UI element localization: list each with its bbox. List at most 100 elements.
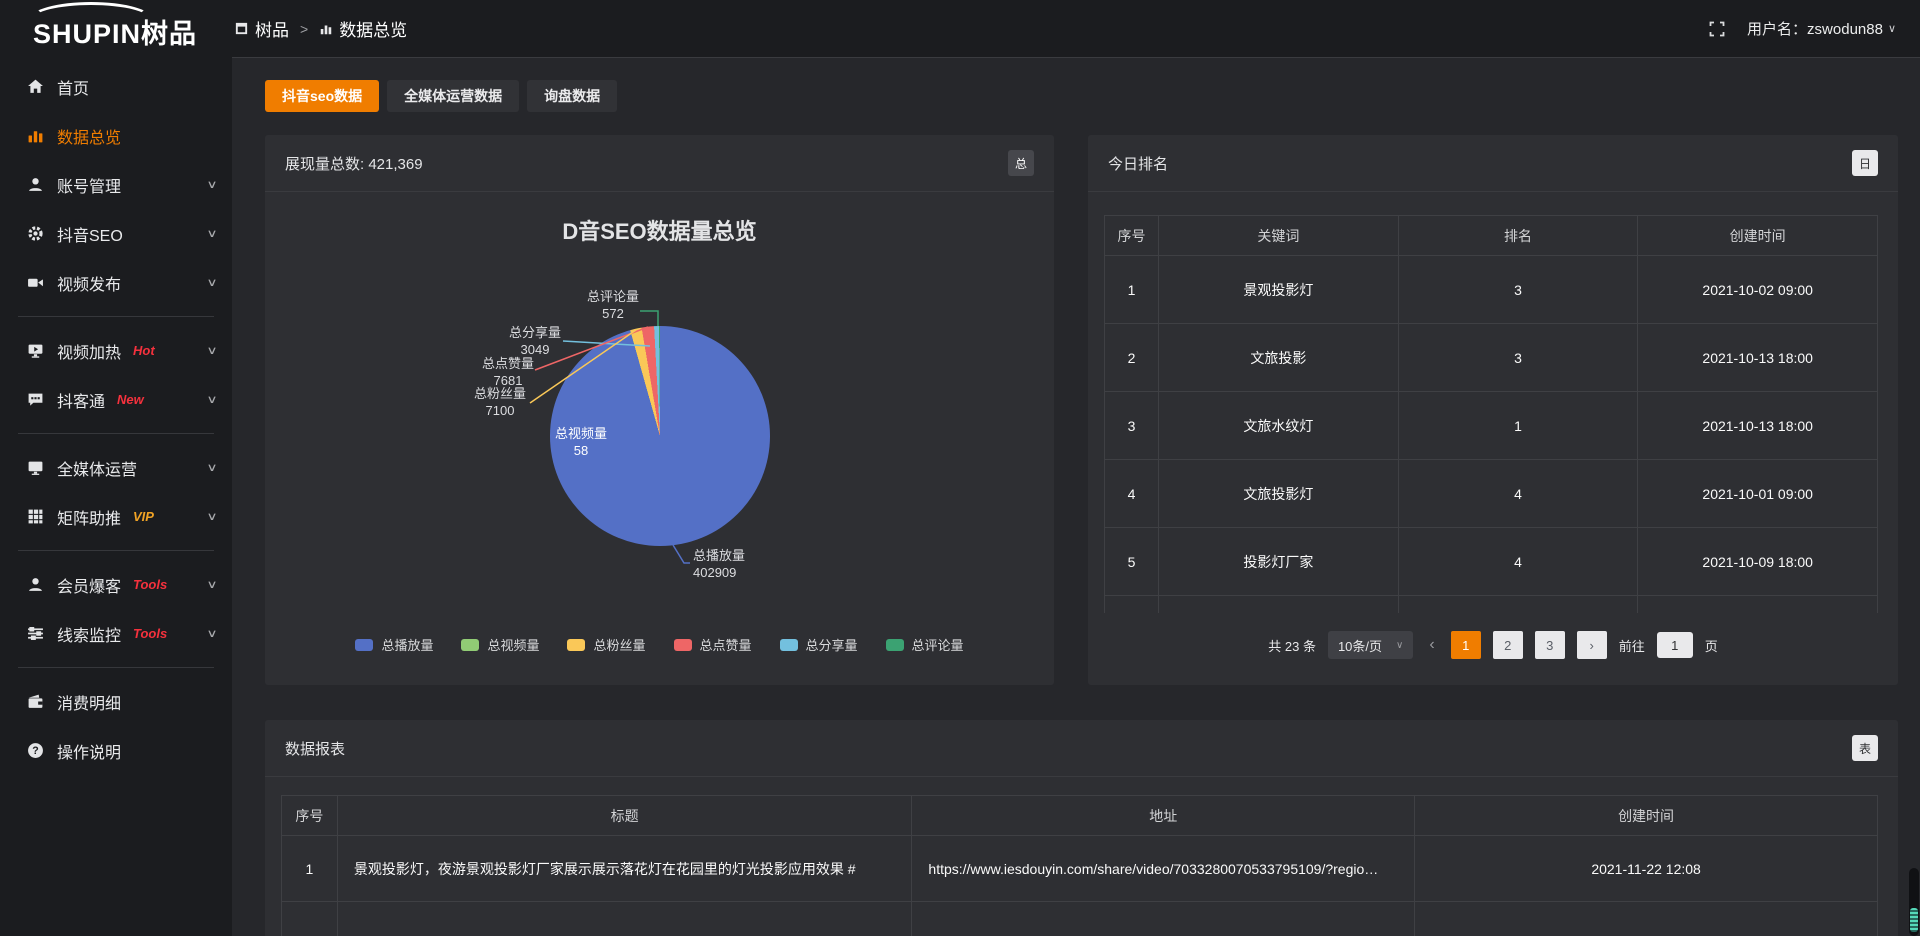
- next-page-button[interactable]: ›: [1577, 631, 1607, 659]
- report-table: 序号 标题 地址 创建时间 1 景观投影灯，夜游景观投影灯厂家展示展示落花灯在花…: [281, 795, 1878, 936]
- pie-label-videos: 总视频量58: [536, 425, 626, 459]
- tab-inquiry-data[interactable]: 询盘数据: [527, 80, 617, 112]
- table-row[interactable]: 1景观投影灯32021-10-02 09:00: [1105, 256, 1878, 324]
- total-view-button[interactable]: 总: [1008, 150, 1034, 176]
- sidebar-divider: [18, 550, 214, 551]
- tools-badge: Tools: [133, 626, 167, 641]
- table-row[interactable]: 1 景观投影灯，夜游景观投影灯厂家展示展示落花灯在花园里的灯光投影应用效果 # …: [282, 836, 1878, 902]
- sidebar-item-help[interactable]: ? 操作说明: [0, 726, 232, 775]
- chevron-down-icon: ∨: [1396, 640, 1403, 651]
- legend-item-videos[interactable]: 总视频量: [461, 635, 539, 654]
- chevron-down-icon: ∨: [206, 276, 217, 289]
- logo-arc-decoration: [30, 2, 152, 36]
- sidebar-divider: [18, 316, 214, 317]
- fullscreen-icon[interactable]: [1709, 21, 1725, 37]
- overview-total-label: 展现量总数: 421,369: [285, 153, 423, 174]
- prev-page-button[interactable]: ‹: [1425, 636, 1438, 654]
- sidebar-item-label: 视频加热: [57, 339, 121, 363]
- sidebar-item-label: 视频发布: [57, 271, 121, 295]
- data-overview-icon: [27, 127, 44, 144]
- window-icon: [234, 21, 249, 36]
- sidebar-item-video-heat[interactable]: 视频加热 Hot ∨: [0, 326, 232, 375]
- home-icon: [27, 78, 44, 95]
- table-view-button[interactable]: 表: [1852, 735, 1878, 761]
- legend-item-fans[interactable]: 总粉丝量: [567, 635, 645, 654]
- sidebar-item-label: 会员爆客: [57, 573, 121, 597]
- legend-item-likes[interactable]: 总点赞量: [674, 635, 752, 654]
- sidebar-item-clue-monitor[interactable]: 线索监控 Tools ∨: [0, 609, 232, 658]
- pie-label-fans: 总粉丝量7100: [455, 385, 545, 419]
- chevron-down-icon: ∨: [206, 178, 217, 191]
- page-scrollbar: [1909, 868, 1919, 936]
- chevron-down-icon: ∨: [206, 578, 217, 591]
- sidebar-divider: [18, 433, 214, 434]
- sidebar-item-douyin-seo[interactable]: 抖音SEO ∨: [0, 209, 232, 258]
- bar-chart-icon: [319, 22, 333, 36]
- goto-page-input[interactable]: [1657, 632, 1693, 658]
- pie-label-likes: 总点赞量7681: [463, 355, 553, 389]
- leader-line-plays: [673, 545, 690, 563]
- grid-icon: [27, 508, 44, 525]
- sidebar-item-doukerton[interactable]: 抖客通 New ∨: [0, 375, 232, 424]
- sliders-icon: [27, 625, 44, 642]
- sidebar-item-label: 数据总览: [57, 124, 121, 148]
- sidebar-item-media-operation[interactable]: 全媒体运营 ∨: [0, 443, 232, 492]
- breadcrumb-root[interactable]: 树品: [234, 16, 289, 41]
- new-badge: New: [117, 392, 144, 407]
- legend-swatch: [674, 639, 692, 651]
- chevron-down-icon: ∨: [206, 510, 217, 523]
- legend-swatch: [355, 639, 373, 651]
- table-row[interactable]: 5投影灯厂家42021-10-09 18:00: [1105, 528, 1878, 596]
- legend-swatch: [461, 639, 479, 651]
- screen-play-icon: [27, 342, 44, 359]
- sidebar-item-label: 线索监控: [57, 622, 121, 646]
- col-title: 标题: [337, 796, 912, 836]
- scrollbar-thumb[interactable]: [1910, 908, 1918, 932]
- page-button-1[interactable]: 1: [1451, 631, 1481, 659]
- sidebar-item-video-publish[interactable]: 视频发布 ∨: [0, 258, 232, 307]
- legend-item-shares[interactable]: 总分享量: [780, 635, 858, 654]
- chevron-down-icon: ∨: [206, 393, 217, 406]
- breadcrumb-separator: >: [300, 21, 308, 37]
- data-tabs: 抖音seo数据 全媒体运营数据 询盘数据: [265, 80, 1898, 112]
- legend-item-plays[interactable]: 总播放量: [355, 635, 433, 654]
- sidebar-item-data-overview[interactable]: 数据总览: [0, 111, 232, 160]
- table-row[interactable]: 2文旅投影32021-10-13 18:00: [1105, 324, 1878, 392]
- col-created: 创建时间: [1638, 216, 1878, 256]
- app-logo[interactable]: SHUPIN树品: [0, 0, 232, 57]
- report-panel: 数据报表 表 序号 标题 地址 创建时间 1 景观投影灯，夜游景观投影灯: [265, 720, 1898, 936]
- sidebar-item-matrix-boost[interactable]: 矩阵助推 VIP ∨: [0, 492, 232, 541]
- video-url-link[interactable]: https://www.iesdouyin.com/share/video/70…: [912, 836, 1415, 902]
- legend-item-comments[interactable]: 总评论量: [886, 635, 964, 654]
- goto-label: 前往: [1619, 636, 1645, 655]
- table-row[interactable]: 4文旅投影灯42021-10-01 09:00: [1105, 460, 1878, 528]
- day-view-button[interactable]: 日: [1852, 150, 1878, 176]
- breadcrumb-current[interactable]: 数据总览: [319, 16, 407, 41]
- video-title: 景观投影灯，夜游景观投影灯厂家展示展示落花灯在花园里的灯光投影应用效果 #: [337, 836, 912, 902]
- page-size-select[interactable]: 10条/页 ∨: [1328, 631, 1413, 659]
- sidebar-item-consumption[interactable]: 消费明细: [0, 677, 232, 726]
- vip-badge: VIP: [133, 509, 154, 524]
- question-circle-icon: ?: [27, 742, 44, 759]
- col-created: 创建时间: [1415, 796, 1878, 836]
- sidebar-item-member-burst[interactable]: 会员爆客 Tools ∨: [0, 560, 232, 609]
- table-header-row: 序号 关键词 排名 创建时间: [1105, 216, 1878, 256]
- sidebar-item-label: 抖客通: [57, 388, 105, 412]
- table-row[interactable]: 3文旅水纹灯12021-10-13 18:00: [1105, 392, 1878, 460]
- legend-swatch: [780, 639, 798, 651]
- pie-label-plays: 总播放量402909: [693, 547, 783, 581]
- sidebar-item-label: 全媒体运营: [57, 456, 137, 480]
- page-button-3[interactable]: 3: [1535, 631, 1565, 659]
- sidebar-item-account[interactable]: 账号管理 ∨: [0, 160, 232, 209]
- page-button-2[interactable]: 2: [1493, 631, 1523, 659]
- gear-icon: [27, 225, 44, 242]
- col-keyword: 关键词: [1159, 216, 1399, 256]
- pie-chart: D音SEO数据量总览 总评论量572 总分享量3049 总点赞量7681: [265, 192, 1054, 684]
- tab-media-operation-data[interactable]: 全媒体运营数据: [387, 80, 519, 112]
- tab-douyin-seo-data[interactable]: 抖音seo数据: [265, 80, 379, 112]
- report-panel-title: 数据报表: [285, 738, 345, 759]
- user-menu[interactable]: 用户名：zswodun88 ∨: [1747, 18, 1896, 39]
- goto-unit-label: 页: [1705, 636, 1718, 655]
- table-header-row: 序号 标题 地址 创建时间: [282, 796, 1878, 836]
- sidebar-item-home[interactable]: 首页: [0, 62, 232, 111]
